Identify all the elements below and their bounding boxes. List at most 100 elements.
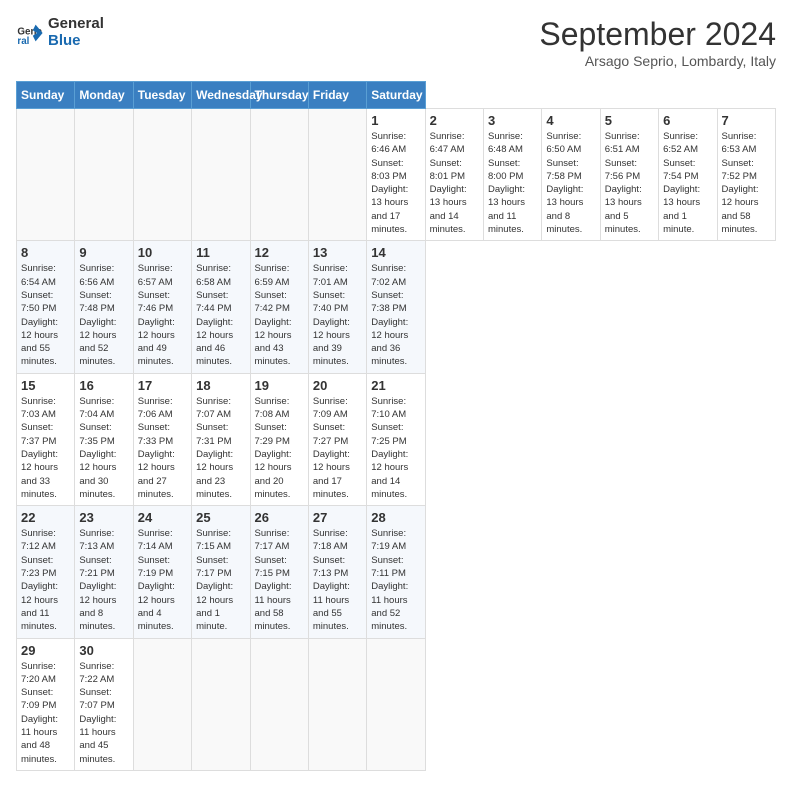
day-info: Sunrise: 6:56 AMSunset: 7:48 PMDaylight:… [79,262,128,368]
day-info: Sunrise: 7:15 AMSunset: 7:17 PMDaylight:… [196,527,245,633]
day-number: 20 [313,378,362,393]
calendar-cell: 26 Sunrise: 7:17 AMSunset: 7:15 PMDayligh… [250,506,308,638]
day-info: Sunrise: 6:58 AMSunset: 7:44 PMDaylight:… [196,262,245,368]
weekday-header-monday: Monday [75,82,133,109]
weekday-header-sunday: Sunday [17,82,75,109]
day-number: 18 [196,378,245,393]
day-info: Sunrise: 6:50 AMSunset: 7:58 PMDaylight:… [546,130,595,236]
calendar-cell: 7 Sunrise: 6:53 AMSunset: 7:52 PMDaylight… [717,109,776,241]
day-info: Sunrise: 7:01 AMSunset: 7:40 PMDaylight:… [313,262,362,368]
day-number: 24 [138,510,187,525]
calendar-cell: 14Sunrise: 7:02 AMSunset: 7:38 PMDayligh… [367,241,425,373]
day-info: Sunrise: 6:47 AMSunset: 8:01 PMDaylight:… [430,130,479,236]
calendar-week-row: 1Sunrise: 6:46 AMSunset: 8:03 PMDaylight… [17,109,776,241]
calendar-cell [133,109,191,241]
day-number: 30 [79,643,128,658]
day-info: Sunrise: 6:48 AMSunset: 8:00 PMDaylight:… [488,130,537,236]
calendar-cell: 28 Sunrise: 7:19 AMSunset: 7:11 PMDayligh… [367,506,425,638]
day-info: Sunrise: 6:53 AMSunset: 7:52 PMDaylight:… [722,130,772,236]
calendar-cell: 15 Sunrise: 7:03 AMSunset: 7:37 PMDayligh… [17,373,75,505]
logo: Gene ral General Blue [16,16,104,49]
day-info: Sunrise: 6:57 AMSunset: 7:46 PMDaylight:… [138,262,187,368]
calendar-cell: 4Sunrise: 6:50 AMSunset: 7:58 PMDaylight… [542,109,600,241]
calendar-cell [192,638,250,770]
day-number: 1 [371,113,420,128]
calendar-cell: 25Sunrise: 7:15 AMSunset: 7:17 PMDayligh… [192,506,250,638]
day-number: 15 [21,378,70,393]
day-number: 3 [488,113,537,128]
calendar-cell [250,109,308,241]
day-info: Sunrise: 7:19 AMSunset: 7:11 PMDaylight:… [371,527,420,633]
day-number: 29 [21,643,70,658]
calendar-cell: 3 Sunrise: 6:48 AMSunset: 8:00 PMDaylight… [484,109,542,241]
day-info: Sunrise: 7:02 AMSunset: 7:38 PMDaylight:… [371,262,420,368]
day-number: 19 [255,378,304,393]
calendar-cell: 29 Sunrise: 7:20 AMSunset: 7:09 PMDayligh… [17,638,75,770]
day-info: Sunrise: 7:08 AMSunset: 7:29 PMDaylight:… [255,395,304,501]
calendar-body: 1Sunrise: 6:46 AMSunset: 8:03 PMDaylight… [17,109,776,771]
calendar-cell: 5Sunrise: 6:51 AMSunset: 7:56 PMDaylight… [600,109,658,241]
calendar-cell: 6 Sunrise: 6:52 AMSunset: 7:54 PMDaylight… [659,109,717,241]
calendar-cell [133,638,191,770]
svg-text:ral: ral [17,36,29,47]
day-info: Sunrise: 6:54 AMSunset: 7:50 PMDaylight:… [21,262,70,368]
header: Gene ral General Blue September 2024 Ars… [16,16,776,69]
calendar-week-row: 22Sunrise: 7:12 AMSunset: 7:23 PMDayligh… [17,506,776,638]
day-number: 28 [371,510,420,525]
day-info: Sunrise: 6:52 AMSunset: 7:54 PMDaylight:… [663,130,712,236]
day-number: 12 [255,245,304,260]
weekday-header-friday: Friday [308,82,366,109]
weekday-header-thursday: Thursday [250,82,308,109]
day-number: 27 [313,510,362,525]
calendar-cell [17,109,75,241]
day-number: 26 [255,510,304,525]
calendar-cell [308,638,366,770]
calendar-cell: 2 Sunrise: 6:47 AMSunset: 8:01 PMDaylight… [425,109,483,241]
day-number: 21 [371,378,420,393]
day-info: Sunrise: 7:17 AMSunset: 7:15 PMDaylight:… [255,527,304,633]
calendar-cell: 13 Sunrise: 7:01 AMSunset: 7:40 PMDayligh… [308,241,366,373]
calendar-cell: 17 Sunrise: 7:06 AMSunset: 7:33 PMDayligh… [133,373,191,505]
day-info: Sunrise: 7:03 AMSunset: 7:37 PMDaylight:… [21,395,70,501]
calendar-cell [250,638,308,770]
day-number: 11 [196,245,245,260]
logo-general: General [48,16,104,33]
day-number: 7 [722,113,772,128]
day-info: Sunrise: 7:06 AMSunset: 7:33 PMDaylight:… [138,395,187,501]
day-number: 16 [79,378,128,393]
day-info: Sunrise: 7:22 AMSunset: 7:07 PMDaylight:… [79,660,128,766]
calendar-week-row: 29 Sunrise: 7:20 AMSunset: 7:09 PMDayligh… [17,638,776,770]
calendar-cell: 18 Sunrise: 7:07 AMSunset: 7:31 PMDayligh… [192,373,250,505]
title-area: September 2024 Arsago Seprio, Lombardy, … [539,16,776,69]
calendar-cell: 9 Sunrise: 6:56 AMSunset: 7:48 PMDaylight… [75,241,133,373]
calendar-cell: 10Sunrise: 6:57 AMSunset: 7:46 PMDayligh… [133,241,191,373]
day-number: 23 [79,510,128,525]
calendar-cell: 23 Sunrise: 7:13 AMSunset: 7:21 PMDayligh… [75,506,133,638]
day-number: 2 [430,113,479,128]
day-number: 8 [21,245,70,260]
calendar-header-row: SundayMondayTuesdayWednesdayThursdayFrid… [17,82,776,109]
calendar-cell: 19 Sunrise: 7:08 AMSunset: 7:29 PMDayligh… [250,373,308,505]
calendar-cell: 30 Sunrise: 7:22 AMSunset: 7:07 PMDayligh… [75,638,133,770]
day-number: 9 [79,245,128,260]
calendar-cell [192,109,250,241]
location-title: Arsago Seprio, Lombardy, Italy [539,53,776,69]
day-number: 5 [605,113,654,128]
logo-blue: Blue [48,33,104,50]
day-info: Sunrise: 7:12 AMSunset: 7:23 PMDaylight:… [21,527,70,633]
day-number: 17 [138,378,187,393]
day-number: 6 [663,113,712,128]
day-number: 13 [313,245,362,260]
day-info: Sunrise: 7:10 AMSunset: 7:25 PMDaylight:… [371,395,420,501]
calendar-table: SundayMondayTuesdayWednesdayThursdayFrid… [16,81,776,771]
day-info: Sunrise: 7:13 AMSunset: 7:21 PMDaylight:… [79,527,128,633]
calendar-cell: 11 Sunrise: 6:58 AMSunset: 7:44 PMDayligh… [192,241,250,373]
calendar-cell: 22Sunrise: 7:12 AMSunset: 7:23 PMDayligh… [17,506,75,638]
day-info: Sunrise: 7:20 AMSunset: 7:09 PMDaylight:… [21,660,70,766]
day-info: Sunrise: 7:09 AMSunset: 7:27 PMDaylight:… [313,395,362,501]
day-info: Sunrise: 7:14 AMSunset: 7:19 PMDaylight:… [138,527,187,633]
day-info: Sunrise: 6:59 AMSunset: 7:42 PMDaylight:… [255,262,304,368]
day-info: Sunrise: 7:04 AMSunset: 7:35 PMDaylight:… [79,395,128,501]
day-info: Sunrise: 7:07 AMSunset: 7:31 PMDaylight:… [196,395,245,501]
calendar-cell: 24 Sunrise: 7:14 AMSunset: 7:19 PMDayligh… [133,506,191,638]
